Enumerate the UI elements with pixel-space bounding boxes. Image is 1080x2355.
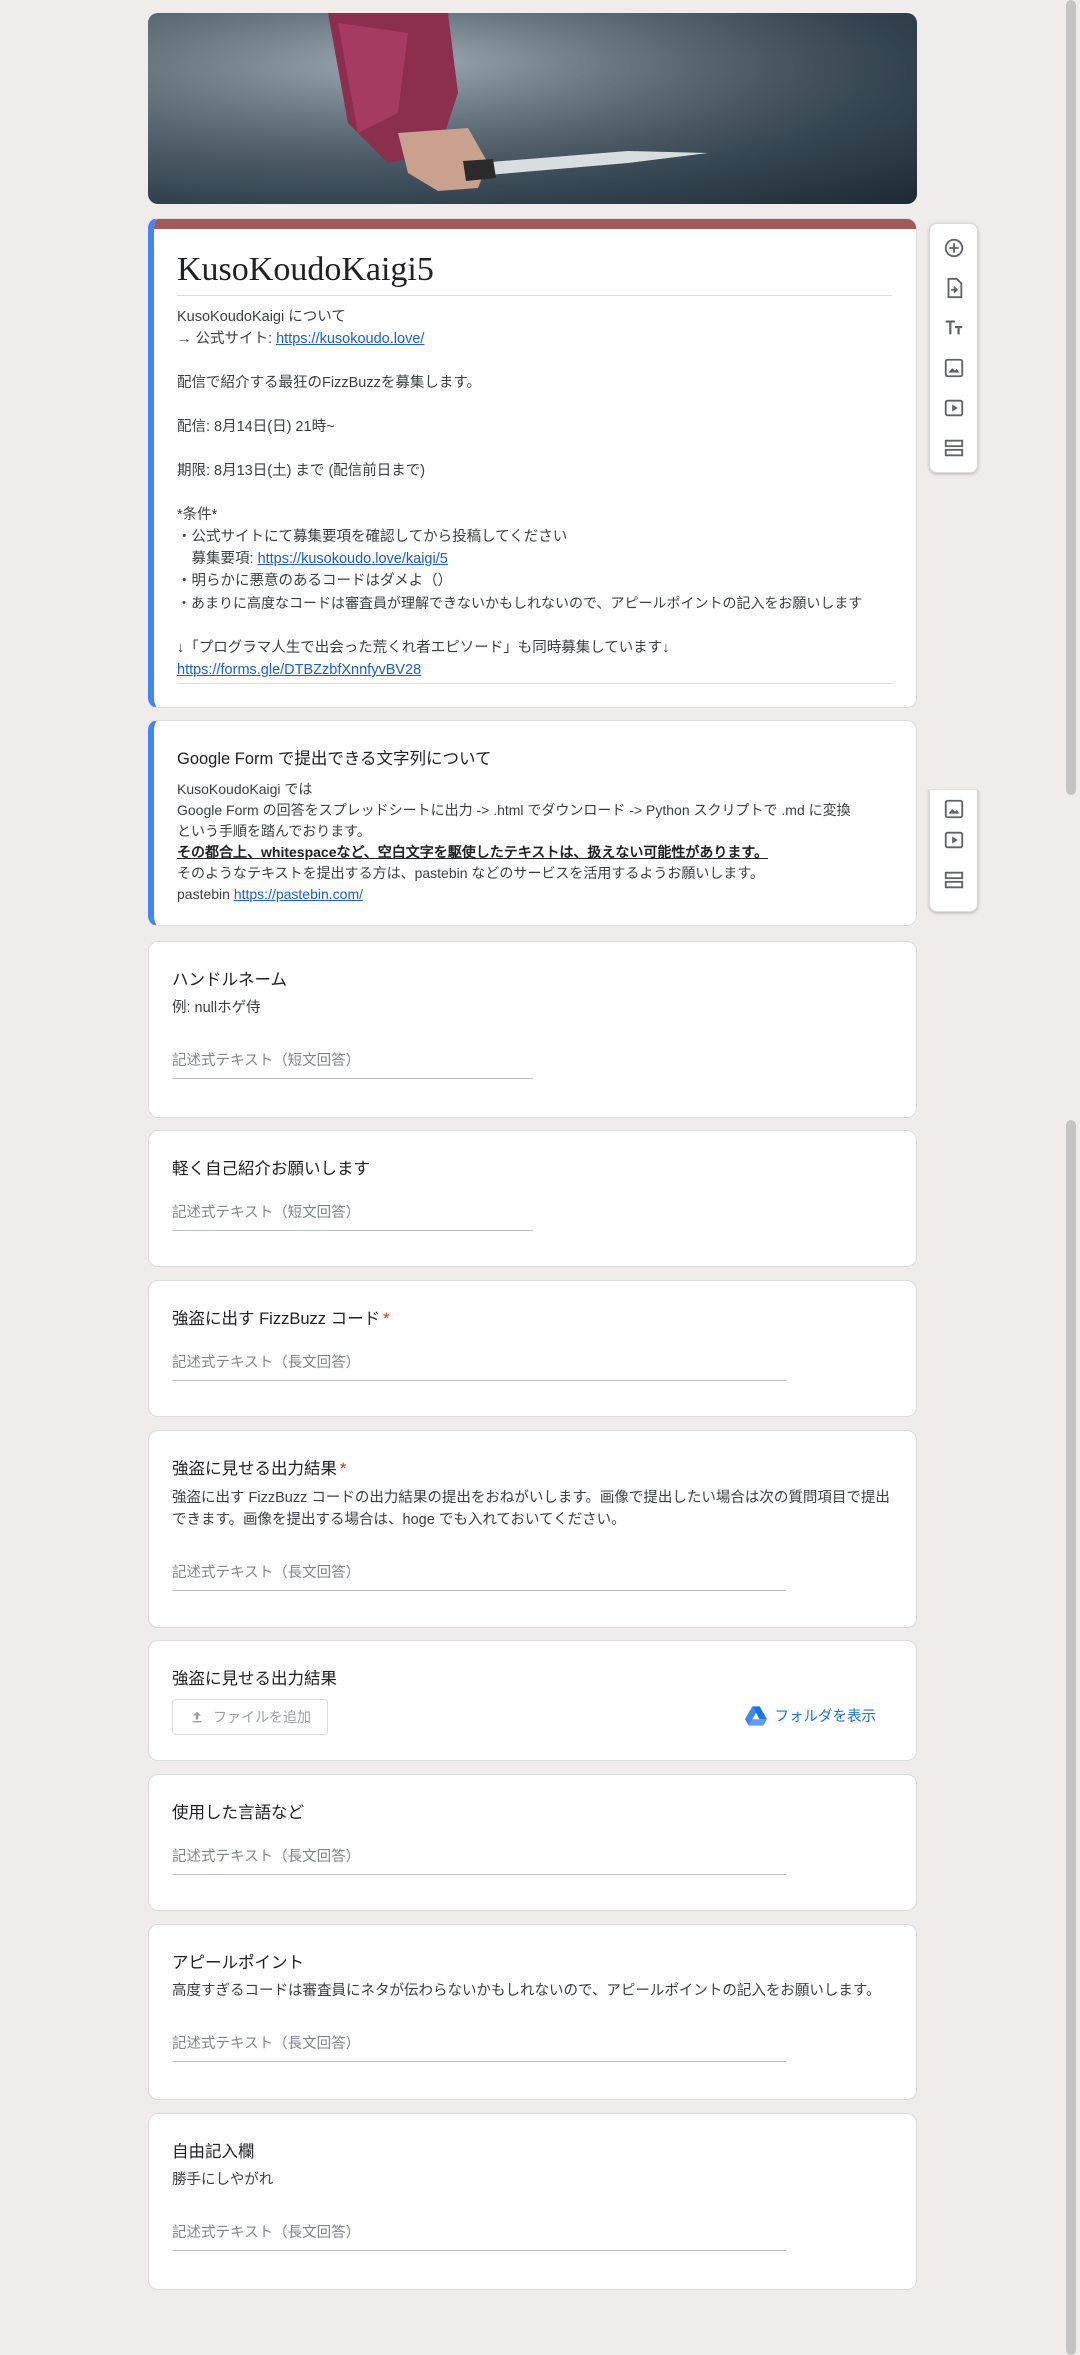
upload-icon	[192, 1711, 202, 1723]
required-asterisk: *	[340, 1460, 347, 1478]
import-icon	[947, 277, 962, 299]
question-title: アピールポイント	[172, 1954, 304, 1972]
header-image	[148, 13, 917, 204]
question-title: 強盗に出す FizzBuzz コード *	[172, 1281, 892, 1329]
paragraph-answer-field[interactable]: 記述式テキスト（長文回答）	[172, 1351, 786, 1381]
question-fizzbuzz-code[interactable]: 強盗に出す FizzBuzz コード * 記述式テキスト（長文回答）	[148, 1280, 917, 1417]
question-description: 勝手にしやがれ	[172, 2172, 274, 2188]
add-video-button[interactable]	[930, 388, 977, 428]
section-line: Google Form の回答をスプレッドシートに出力 -> .html でダウ…	[177, 802, 851, 818]
text-title-icon	[945, 320, 962, 335]
add-circle-icon	[944, 238, 963, 258]
episode-form-link[interactable]: https://forms.gle/DTBZzbfXnnfyvBV28	[177, 662, 421, 678]
desc-line: *条件*	[177, 507, 218, 523]
section-line: pastebin https://pastebin.com/	[177, 884, 892, 905]
section-icon	[944, 439, 963, 457]
short-answer-field[interactable]: 記述式テキスト（短文回答）	[172, 1201, 533, 1231]
paragraph-answer-field[interactable]: 記述式テキスト（長文回答）	[172, 2221, 786, 2251]
guidelines-link[interactable]: https://kusokoudo.love/kaigi/5	[258, 551, 448, 567]
section-card[interactable]: Google Form で提出できる文字列について KusoKoudoKaigi…	[148, 720, 917, 926]
question-description: 強盗に出す FizzBuzz コードの出力結果の提出をおねがいします。画像で提出…	[172, 1490, 890, 1528]
question-title-text: 強盗に見せる出力結果	[172, 1460, 337, 1478]
desc-line: 募集要項:	[177, 551, 258, 567]
desc-line: ・あまりに高度なコードは審査員が理解できないかもしれないので、アピールポイントの…	[177, 595, 863, 611]
add-section-button[interactable]	[930, 428, 977, 468]
add-file-label: ファイルを追加	[213, 1709, 311, 1725]
desc-line: 配信: 8月14日(日) 21時~	[177, 419, 335, 435]
add-question-button[interactable]	[930, 228, 977, 268]
official-site-link[interactable]: https://kusokoudo.love/	[276, 331, 424, 347]
desc-line: 配信で紹介する最狂のFizzBuzzを募集します。	[177, 375, 481, 391]
question-output-file[interactable]: 強盗に見せる出力結果 ファイルを追加 フォルダを表示	[148, 1640, 917, 1761]
question-title: 自由記入欄	[172, 2143, 255, 2161]
form-header-card[interactable]: KusoKoudoKaigi5 KusoKoudoKaigi について → 公式…	[148, 218, 917, 708]
add-video-button[interactable]	[930, 820, 977, 860]
add-file-button[interactable]: ファイルを追加	[172, 1699, 328, 1735]
view-folder-link[interactable]: フォルダを表示	[744, 1705, 877, 1726]
question-title: 強盗に見せる出力結果	[172, 1670, 337, 1688]
question-description: 高度すぎるコードは審査員にネタが伝わらないかもしれないので、アピールポイントの記…	[172, 1983, 881, 1999]
question-title: 軽く自己紹介お願いします	[172, 1160, 370, 1178]
question-language[interactable]: 使用した言語など 記述式テキスト（長文回答）	[148, 1774, 917, 1911]
image-icon	[944, 358, 963, 378]
paragraph-answer-field[interactable]: 記述式テキスト（長文回答）	[172, 1561, 786, 1591]
pastebin-label: pastebin	[177, 886, 234, 902]
section-icon	[944, 871, 963, 889]
question-description: 例: nullホゲ侍	[172, 1000, 261, 1016]
section-title: Google Form で提出できる文字列について	[177, 750, 492, 768]
view-folder-label: フォルダを表示	[774, 1709, 877, 1725]
question-title: ハンドルネーム	[172, 971, 288, 989]
question-title-text: 強盗に出す FizzBuzz コード	[172, 1310, 381, 1328]
short-answer-field[interactable]: 記述式テキスト（短文回答）	[172, 1049, 533, 1079]
section-warning: その都合上、whitespaceなど、空白文字を駆使したテキストは、扱えない可能…	[177, 844, 768, 860]
scrollbar-thumb[interactable]	[1066, 1120, 1076, 2355]
image-icon	[944, 799, 963, 819]
paragraph-answer-field[interactable]: 記述式テキスト（長文回答）	[172, 1845, 786, 1875]
section-description: KusoKoudoKaigi では Google Form の回答をスプレッドシ…	[177, 779, 892, 905]
desc-line: → 公式サイト:	[177, 331, 277, 347]
desc-line: ↓「プログラマ人生で出会った荒くれ者エピソード」も同時募集しています↓	[177, 640, 670, 656]
form-description[interactable]: KusoKoudoKaigi について → 公式サイト: https://kus…	[177, 306, 892, 681]
floating-toolbar-partial	[929, 790, 978, 912]
floating-toolbar	[929, 223, 978, 473]
section-line: という手順を踏んでおります。	[177, 823, 371, 839]
section-line: そのようなテキストを提出する方は、pastebin などのサービスを活用するよう…	[177, 865, 764, 881]
add-image-button[interactable]	[930, 790, 977, 820]
desc-line: 期限: 8月13日(土) まで (配信前日まで)	[177, 463, 426, 479]
section-line: KusoKoudoKaigi では	[177, 781, 313, 797]
question-title: 使用した言語など	[172, 1804, 304, 1822]
video-icon	[944, 399, 963, 417]
desc-line: KusoKoudoKaigi について	[177, 309, 346, 325]
add-title-button[interactable]	[930, 308, 977, 348]
scrollbar-thumb-top[interactable]	[1066, 0, 1076, 795]
add-section-button[interactable]	[930, 860, 977, 900]
desc-line: ・公式サイトにて募集要項を確認してから投稿してください	[177, 529, 568, 545]
question-appeal-point[interactable]: アピールポイント 高度すぎるコードは審査員にネタが伝わらないかもしれないので、ア…	[148, 1924, 917, 2100]
question-handle-name[interactable]: ハンドルネーム 例: nullホゲ侍 記述式テキスト（短文回答）	[148, 941, 917, 1118]
pastebin-link[interactable]: https://pastebin.com/	[234, 886, 363, 902]
import-questions-button[interactable]	[930, 268, 977, 308]
question-title: 強盗に見せる出力結果 *	[172, 1431, 892, 1479]
required-asterisk: *	[383, 1310, 390, 1328]
video-icon	[944, 831, 963, 849]
question-self-intro[interactable]: 軽く自己紹介お願いします 記述式テキスト（短文回答）	[148, 1130, 917, 1267]
description-underline	[177, 683, 892, 684]
desc-line: ・明らかに悪意のあるコードはダメよ（）	[177, 573, 453, 589]
theme-color-bar	[154, 219, 916, 229]
google-drive-icon	[744, 1705, 767, 1726]
question-output-result[interactable]: 強盗に見せる出力結果 * 強盗に出す FizzBuzz コードの出力結果の提出をお…	[148, 1430, 917, 1628]
form-title[interactable]: KusoKoudoKaigi5	[177, 229, 892, 296]
add-image-button[interactable]	[930, 348, 977, 388]
question-free-text[interactable]: 自由記入欄 勝手にしやがれ 記述式テキスト（長文回答）	[148, 2113, 917, 2290]
paragraph-answer-field[interactable]: 記述式テキスト（長文回答）	[172, 2032, 786, 2062]
